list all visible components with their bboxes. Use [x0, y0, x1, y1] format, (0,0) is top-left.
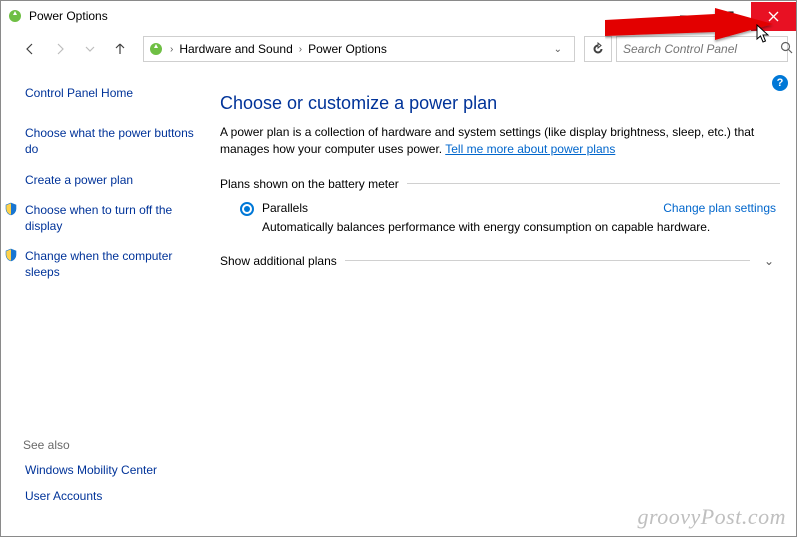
control-panel-window: Power Options [0, 0, 797, 537]
app-icon [7, 8, 23, 24]
see-also-link-label: Windows Mobility Center [25, 462, 157, 478]
page-description: A power plan is a collection of hardware… [220, 124, 780, 159]
chevron-right-icon[interactable]: › [297, 44, 304, 55]
close-button[interactable] [751, 2, 796, 31]
see-also-label: See also [23, 438, 200, 452]
plan-radio[interactable] [240, 202, 254, 216]
sidebar-link-label: Choose when to turn off the display [25, 202, 200, 234]
breadcrumb-item[interactable]: Power Options [304, 42, 391, 56]
shield-icon [3, 248, 19, 280]
forward-button[interactable] [47, 36, 73, 62]
titlebar: Power Options [1, 1, 796, 31]
sidebar-link-computer-sleeps[interactable]: Change when the computer sleeps [23, 248, 200, 280]
chevron-right-icon[interactable]: › [168, 44, 175, 55]
chevron-down-icon[interactable]: ⌄ [546, 44, 570, 55]
search-input[interactable] [623, 42, 780, 56]
divider [407, 183, 780, 184]
back-button[interactable] [17, 36, 43, 62]
divider [345, 260, 750, 261]
see-also: See also Windows Mobility Center User Ac… [23, 438, 200, 526]
change-plan-settings-link[interactable]: Change plan settings [663, 201, 776, 215]
see-also-link-user-accounts[interactable]: User Accounts [23, 488, 200, 504]
section-header-plans: Plans shown on the battery meter [220, 177, 780, 191]
search-box[interactable] [616, 36, 788, 62]
page-title: Choose or customize a power plan [220, 93, 780, 114]
recent-dropdown[interactable] [77, 36, 103, 62]
address-bar[interactable]: › Hardware and Sound › Power Options ⌄ [143, 36, 575, 62]
sidebar-link-power-buttons[interactable]: Choose what the power buttons do [23, 125, 200, 157]
breadcrumb-item[interactable]: Hardware and Sound [175, 42, 296, 56]
search-icon[interactable] [780, 41, 793, 57]
window-title: Power Options [29, 9, 108, 23]
sidebar-link-label: Control Panel Home [25, 85, 133, 101]
sidebar-link-label: Choose what the power buttons do [25, 125, 200, 157]
shield-icon [3, 202, 19, 234]
sidebar-link-home[interactable]: Control Panel Home [23, 85, 200, 101]
sidebar-link-label: Create a power plan [25, 172, 133, 188]
power-plan-row: Parallels Change plan settings [220, 201, 780, 216]
watermark: groovyPost.com [637, 504, 786, 530]
main-panel: ? Choose or customize a power plan A pow… [208, 67, 796, 536]
body: Control Panel Home Choose what the power… [1, 67, 796, 536]
show-additional-plans[interactable]: Show additional plans ⌄ [220, 254, 780, 268]
refresh-button[interactable] [584, 36, 612, 62]
sidebar-link-label: Change when the computer sleeps [25, 248, 200, 280]
see-also-link-label: User Accounts [25, 488, 102, 504]
learn-more-link[interactable]: Tell me more about power plans [445, 142, 615, 156]
navigation-bar: › Hardware and Sound › Power Options ⌄ [1, 31, 796, 67]
maximize-button[interactable] [706, 2, 751, 31]
plan-description: Automatically balances performance with … [220, 220, 760, 234]
expand-label: Show additional plans [220, 254, 337, 268]
help-icon[interactable]: ? [772, 75, 788, 91]
chevron-down-icon: ⌄ [758, 254, 780, 268]
up-button[interactable] [107, 36, 133, 62]
breadcrumb-icon [148, 41, 164, 57]
sidebar: Control Panel Home Choose what the power… [1, 67, 208, 536]
sidebar-link-create-plan[interactable]: Create a power plan [23, 172, 200, 188]
plan-name[interactable]: Parallels [262, 201, 308, 215]
see-also-link-mobility[interactable]: Windows Mobility Center [23, 462, 200, 478]
minimize-button[interactable] [661, 2, 706, 31]
window-controls [661, 2, 796, 31]
sidebar-link-turn-off-display[interactable]: Choose when to turn off the display [23, 202, 200, 234]
section-label: Plans shown on the battery meter [220, 177, 399, 191]
